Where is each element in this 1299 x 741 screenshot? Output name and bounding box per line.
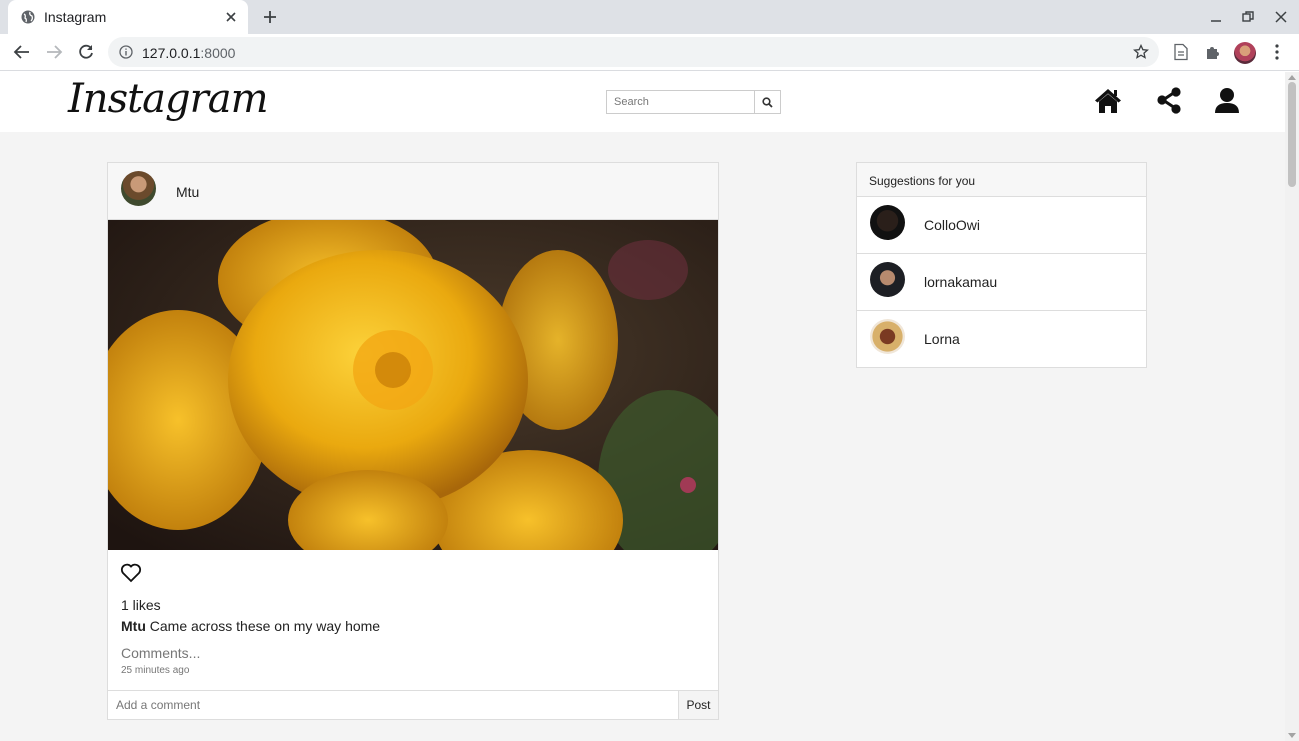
list-item[interactable]: lornakamau xyxy=(857,254,1146,311)
browser-tab[interactable]: Instagram xyxy=(8,0,248,34)
globe-icon xyxy=(21,10,35,24)
avatar[interactable] xyxy=(870,205,905,240)
restore-icon[interactable] xyxy=(1241,10,1255,24)
profile-avatar[interactable] xyxy=(1234,42,1256,64)
avatar[interactable] xyxy=(870,262,905,297)
page-content: Instagram Mtu xyxy=(0,72,1285,741)
browser-toolbar: 127.0.0.1:8000 xyxy=(0,34,1299,71)
window-close-icon[interactable] xyxy=(1274,10,1288,24)
post-timestamp: 25 minutes ago xyxy=(121,665,190,676)
scroll-down-icon[interactable] xyxy=(1288,733,1296,738)
reload-icon[interactable] xyxy=(77,43,95,61)
address-bar[interactable]: 127.0.0.1:8000 xyxy=(108,37,1159,67)
post-username[interactable]: Mtu xyxy=(176,184,199,200)
more-vert-icon[interactable] xyxy=(1268,43,1286,61)
info-icon[interactable] xyxy=(119,45,133,59)
instagram-logo[interactable]: Instagram xyxy=(68,76,269,122)
app-navbar: Instagram xyxy=(0,72,1285,132)
avatar[interactable] xyxy=(870,319,905,354)
search-button[interactable] xyxy=(754,90,781,114)
document-icon[interactable] xyxy=(1172,43,1190,61)
bookmark-star-icon[interactable] xyxy=(1133,44,1149,60)
post-caption: Mtu Came across these on my way home xyxy=(121,618,381,634)
suggestions-panel: Suggestions for you ColloOwi lornakamau … xyxy=(856,162,1147,368)
post-card: Mtu 1 likes Mtu Came across these on my … xyxy=(107,162,719,720)
forward-arrow-icon[interactable] xyxy=(45,43,63,61)
tab-title: Instagram xyxy=(44,9,107,25)
suggestions-header: Suggestions for you xyxy=(857,163,1146,197)
minimize-icon[interactable] xyxy=(1209,10,1223,24)
flower-photo xyxy=(108,220,718,550)
suggestions-title: Suggestions for you xyxy=(869,174,976,188)
page-scrollbar[interactable] xyxy=(1285,72,1299,741)
scroll-up-icon[interactable] xyxy=(1288,75,1296,80)
post-header: Mtu xyxy=(108,163,718,220)
suggestion-username[interactable]: Lorna xyxy=(924,331,960,347)
suggestion-username[interactable]: ColloOwi xyxy=(924,217,980,233)
search-input[interactable] xyxy=(606,90,755,114)
share-icon[interactable] xyxy=(1154,86,1184,116)
scrollbar-thumb[interactable] xyxy=(1288,82,1296,187)
url-text: 127.0.0.1:8000 xyxy=(142,45,236,61)
close-icon[interactable] xyxy=(224,10,238,24)
search-icon xyxy=(762,97,773,108)
new-tab-icon[interactable] xyxy=(262,9,278,25)
back-arrow-icon[interactable] xyxy=(13,43,31,61)
comment-form: Post xyxy=(108,690,718,719)
comments-link[interactable]: Comments... xyxy=(121,645,200,661)
comment-input[interactable] xyxy=(108,691,678,719)
extensions-puzzle-icon[interactable] xyxy=(1204,43,1222,61)
post-image[interactable] xyxy=(108,220,718,550)
list-item[interactable]: ColloOwi xyxy=(857,197,1146,254)
likes-count: 1 likes xyxy=(121,597,161,613)
user-profile-icon[interactable] xyxy=(1212,86,1242,116)
home-icon[interactable] xyxy=(1093,86,1123,116)
suggestion-username[interactable]: lornakamau xyxy=(924,274,997,290)
list-item[interactable]: Lorna xyxy=(857,311,1146,368)
post-comment-button[interactable]: Post xyxy=(678,691,718,719)
avatar[interactable] xyxy=(121,171,156,206)
heart-icon[interactable] xyxy=(120,563,142,583)
browser-tab-bar: Instagram xyxy=(0,0,1299,34)
